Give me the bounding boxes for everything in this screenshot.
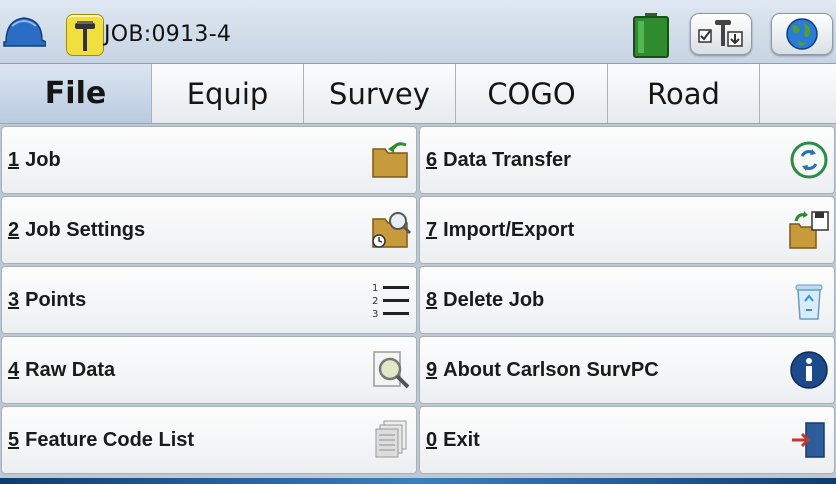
import-export-icon (789, 211, 829, 249)
globe-button[interactable] (771, 13, 833, 55)
menu-item-raw-data[interactable]: 4 Raw Data (1, 336, 417, 404)
file-menu-grid: 1 Job 2 Job Settings 3 Points 1 2 3 4 Ra… (0, 124, 836, 478)
taskbar-edge (0, 478, 836, 484)
recycle-bin-icon (795, 284, 823, 320)
svg-text:2: 2 (372, 296, 378, 307)
exit-door-icon (792, 422, 825, 458)
menu-item-number: 6 (426, 149, 438, 171)
stacked-pages-icon (375, 420, 407, 458)
menu-item-points[interactable]: 3 Points 1 2 3 (1, 266, 417, 334)
folder-open-icon (372, 142, 408, 178)
tab-bar: File Equip Survey COGO Road (0, 64, 836, 124)
menu-item-label: Delete Job (443, 289, 545, 311)
menu-item-label: Points (25, 289, 87, 311)
helmet-icon[interactable] (2, 12, 46, 52)
menu-item-label: Raw Data (25, 359, 116, 381)
menu-item-label: About Carlson SurvPC (443, 359, 659, 381)
gps-rover-icon (75, 21, 95, 51)
menu-item-exit[interactable]: 0 Exit (419, 406, 835, 474)
tab-survey[interactable]: Survey (304, 64, 456, 123)
gps-rover-button[interactable] (66, 14, 104, 56)
tab-file[interactable]: File (0, 64, 152, 123)
device-settings-button[interactable] (690, 13, 752, 55)
sync-icon (790, 141, 828, 179)
menu-item-job-settings[interactable]: 2 Job Settings (1, 196, 417, 264)
tab-spacer (760, 64, 836, 123)
device-settings-icon (698, 20, 743, 47)
menu-item-number: 8 (426, 289, 438, 311)
info-icon (790, 351, 828, 389)
tab-cogo[interactable]: COGO (456, 64, 608, 123)
title-bar: JOB:0913-4 (0, 0, 836, 64)
menu-item-about[interactable]: 9 About Carlson SurvPC (419, 336, 835, 404)
menu-item-data-transfer[interactable]: 6 Data Transfer (419, 126, 835, 194)
menu-item-number: 3 (8, 289, 20, 311)
menu-item-number: 1 (8, 149, 20, 171)
svg-text:3: 3 (372, 309, 378, 320)
menu-item-label: Job (25, 149, 61, 171)
menu-item-job[interactable]: 1 Job (1, 126, 417, 194)
survpc-main-screen: JOB:0913-4 File Equip Survey COGO Road 1… (0, 0, 836, 478)
tab-road[interactable]: Road (608, 64, 760, 123)
menu-item-label: Feature Code List (25, 429, 195, 451)
menu-item-label: Job Settings (25, 219, 146, 241)
menu-item-number: 0 (426, 429, 438, 451)
menu-item-number: 5 (8, 429, 20, 451)
menu-item-delete-job[interactable]: 8 Delete Job (419, 266, 835, 334)
menu-item-feature-code-list[interactable]: 5 Feature Code List (1, 406, 417, 474)
menu-item-import-export[interactable]: 7 Import/Export (419, 196, 835, 264)
menu-item-label: Import/Export (443, 219, 575, 241)
magnify-document-icon (373, 351, 410, 389)
battery-icon (633, 13, 669, 58)
globe-icon (786, 18, 818, 50)
numbered-list-icon: 1 2 3 (372, 283, 409, 320)
menu-item-number: 7 (426, 219, 438, 241)
svg-text:1: 1 (372, 283, 378, 294)
menu-item-number: 4 (8, 359, 20, 381)
tab-equip[interactable]: Equip (152, 64, 304, 123)
menu-item-number: 9 (426, 359, 438, 381)
folder-settings-icon (372, 212, 412, 248)
job-title: JOB:0913-4 (104, 22, 232, 47)
menu-item-label: Data Transfer (443, 149, 571, 171)
menu-item-number: 2 (8, 219, 20, 241)
menu-item-label: Exit (443, 429, 480, 451)
